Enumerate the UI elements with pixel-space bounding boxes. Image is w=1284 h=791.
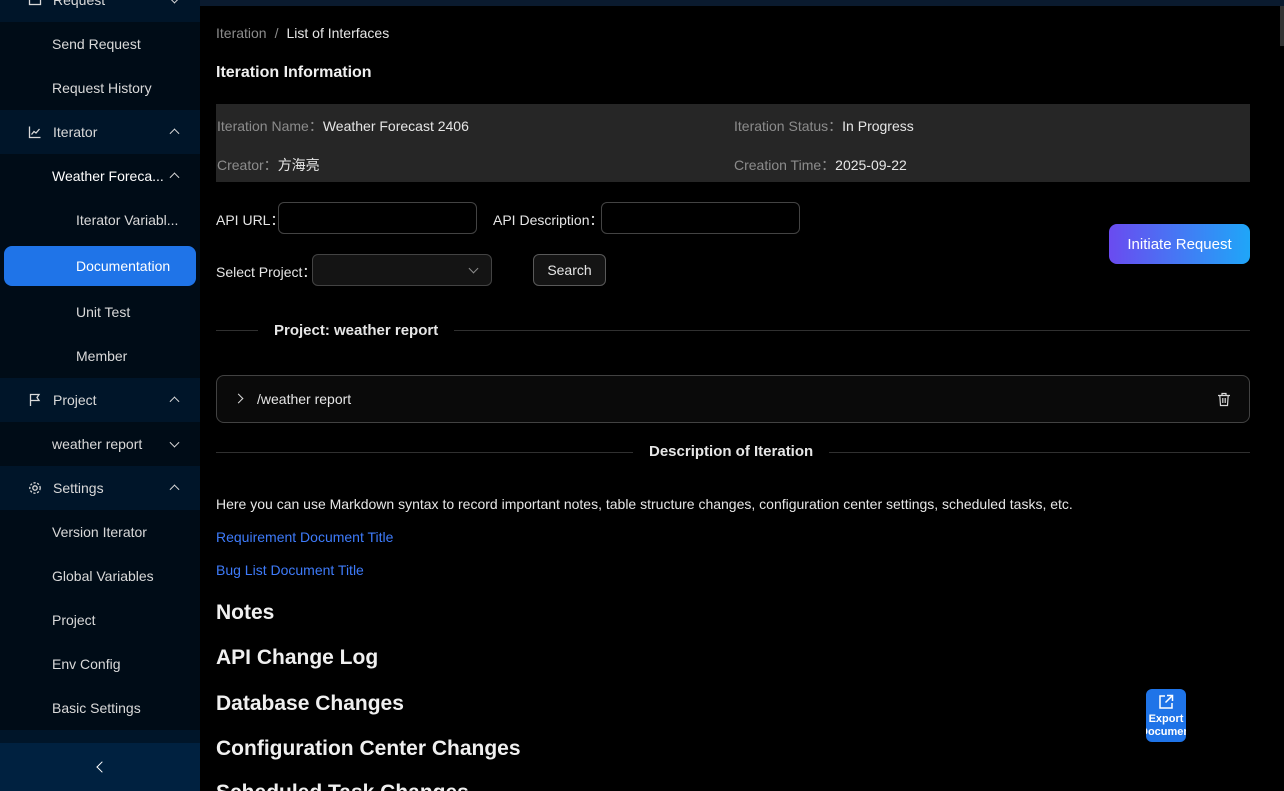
breadcrumb: Iteration / List of Interfaces (216, 25, 389, 41)
sidebar-item-send-request[interactable]: Send Request (0, 22, 200, 66)
scrollbar[interactable] (1280, 6, 1284, 46)
sidebar-item-documentation[interactable]: Documentation (4, 246, 196, 286)
select-project-label: Select Project： (216, 264, 317, 280)
iteration-name-label: Iteration Name： (217, 118, 323, 134)
project-select[interactable] (312, 254, 492, 286)
chevron-left-icon (96, 761, 108, 773)
sidebar-item-env-config[interactable]: Env Config (0, 642, 200, 686)
sidebar-item-label: Request History (52, 80, 152, 96)
sidebar-item-version-iterator[interactable]: Version Iterator (0, 510, 200, 554)
export-icon (1159, 694, 1174, 709)
main-content: Iteration / List of Interfaces Iteration I… (216, 6, 1250, 791)
sidebar-item-weather-report[interactable]: weather report (0, 422, 200, 466)
sidebar-item-label: Send Request (52, 36, 141, 52)
sidebar-item-label: weather report (52, 436, 143, 452)
sidebar-item-settings[interactable]: Settings (0, 466, 200, 510)
sidebar-item-settings-project[interactable]: Project (0, 598, 200, 642)
heading-api-change-log: API Change Log (216, 646, 379, 669)
creator-label: Creator： (217, 157, 278, 173)
sidebar-item-member[interactable]: Member (0, 334, 200, 378)
description-intro: Here you can use Markdown syntax to reco… (216, 496, 1073, 512)
sidebar-item-label: Version Iterator (52, 524, 147, 540)
chevron-up-icon (169, 484, 180, 495)
creation-time-label: Creation Time： (734, 157, 836, 173)
creation-time-value: 2025-09-22 (835, 157, 907, 173)
breadcrumb-separator: / (274, 25, 279, 41)
sidebar-item-label: Settings (53, 480, 104, 496)
heading-notes: Notes (216, 601, 275, 624)
sidebar-item-label: Request (53, 0, 106, 8)
sidebar-collapse-button[interactable] (0, 743, 200, 791)
chevron-down-icon (169, 0, 180, 4)
sidebar: Request Send Request Request History Ite… (0, 0, 200, 791)
sidebar-item-iterator-variables[interactable]: Iterator Variabl... (0, 198, 200, 242)
chevron-up-icon (169, 128, 180, 139)
iteration-name: Iteration Name：Weather Forecast 2406 (217, 116, 469, 136)
project-panel-title: /weather report (257, 391, 352, 407)
sidebar-item-label: Member (76, 348, 128, 364)
heading-scheduled-task-changes: Scheduled Task Changes (216, 781, 469, 791)
description-divider-title: Description of Iteration (633, 443, 830, 460)
api-url-input[interactable] (278, 202, 477, 234)
heading-database-changes: Database Changes (216, 692, 404, 715)
sidebar-menu: Request Send Request Request History Ite… (0, 0, 200, 730)
line-chart-icon (28, 126, 41, 139)
iteration-status-value: In Progress (842, 118, 914, 134)
sidebar-item-label: Env Config (52, 656, 121, 672)
sidebar-item-label: Project (52, 612, 96, 628)
api-url-label: API URL： (216, 212, 285, 228)
gear-icon (29, 482, 41, 494)
chevron-up-icon (169, 172, 180, 183)
sidebar-item-label: Basic Settings (52, 700, 141, 716)
creator-value: 方海亮 (277, 157, 320, 173)
bug-list-document-link[interactable]: Bug List Document Title (216, 562, 364, 578)
sidebar-item-global-variables[interactable]: Global Variables (0, 554, 200, 598)
iteration-status-label: Iteration Status： (734, 118, 843, 134)
search-button[interactable]: Search (533, 254, 606, 286)
sidebar-item-request-history[interactable]: Request History (0, 66, 200, 110)
api-description-label: API Description： (493, 212, 604, 228)
chevron-down-icon (468, 263, 479, 274)
sidebar-item-label: Documentation (76, 258, 171, 274)
sidebar-item-label: Iterator Variabl... (76, 212, 179, 228)
heading-configuration-center-changes: Configuration Center Changes (216, 737, 521, 760)
sidebar-item-request[interactable]: Request (0, 0, 200, 22)
project-divider-title: Project: weather report (258, 322, 455, 339)
sidebar-item-unit-test[interactable]: Unit Test (0, 290, 200, 334)
project-collapse-panel[interactable]: /weather report (216, 375, 1250, 423)
sidebar-item-weather-forecast[interactable]: Weather Foreca... (0, 154, 200, 198)
initiate-request-button[interactable]: Initiate Request (1109, 224, 1250, 264)
sidebar-item-iterator[interactable]: Iterator (0, 110, 200, 154)
api-description-input[interactable] (601, 202, 800, 234)
iteration-info-box: Iteration Name：Weather Forecast 2406 Ite… (216, 104, 1250, 182)
chevron-up-icon (169, 396, 180, 407)
export-document-button[interactable]: Export Document (1146, 689, 1186, 742)
export-label-line1: Export (1148, 713, 1184, 725)
creation-time: Creation Time：2025-09-22 (734, 155, 907, 175)
flag-icon (29, 393, 41, 406)
breadcrumb-root[interactable]: Iteration (216, 25, 267, 41)
section-title: Iteration Information (216, 64, 372, 81)
trash-icon[interactable] (1217, 392, 1231, 407)
creator: Creator：方海亮 (217, 155, 320, 175)
sidebar-item-label: Weather Foreca... (52, 168, 164, 184)
request-icon (28, 0, 42, 6)
sidebar-item-project[interactable]: Project (0, 378, 200, 422)
export-label-line2: Document (1146, 726, 1186, 738)
iteration-name-value: Weather Forecast 2406 (322, 118, 469, 134)
sidebar-item-label: Iterator (53, 124, 98, 140)
chevron-right-icon[interactable] (233, 393, 244, 404)
sidebar-item-label: Unit Test (76, 304, 131, 320)
sidebar-item-basic-settings[interactable]: Basic Settings (0, 686, 200, 730)
chevron-down-icon (169, 437, 180, 448)
sidebar-item-label: Global Variables (52, 568, 154, 584)
iteration-status: Iteration Status：In Progress (734, 116, 914, 136)
requirement-document-link[interactable]: Requirement Document Title (216, 529, 393, 545)
sidebar-item-label: Project (53, 392, 97, 408)
breadcrumb-current: List of Interfaces (286, 25, 390, 41)
